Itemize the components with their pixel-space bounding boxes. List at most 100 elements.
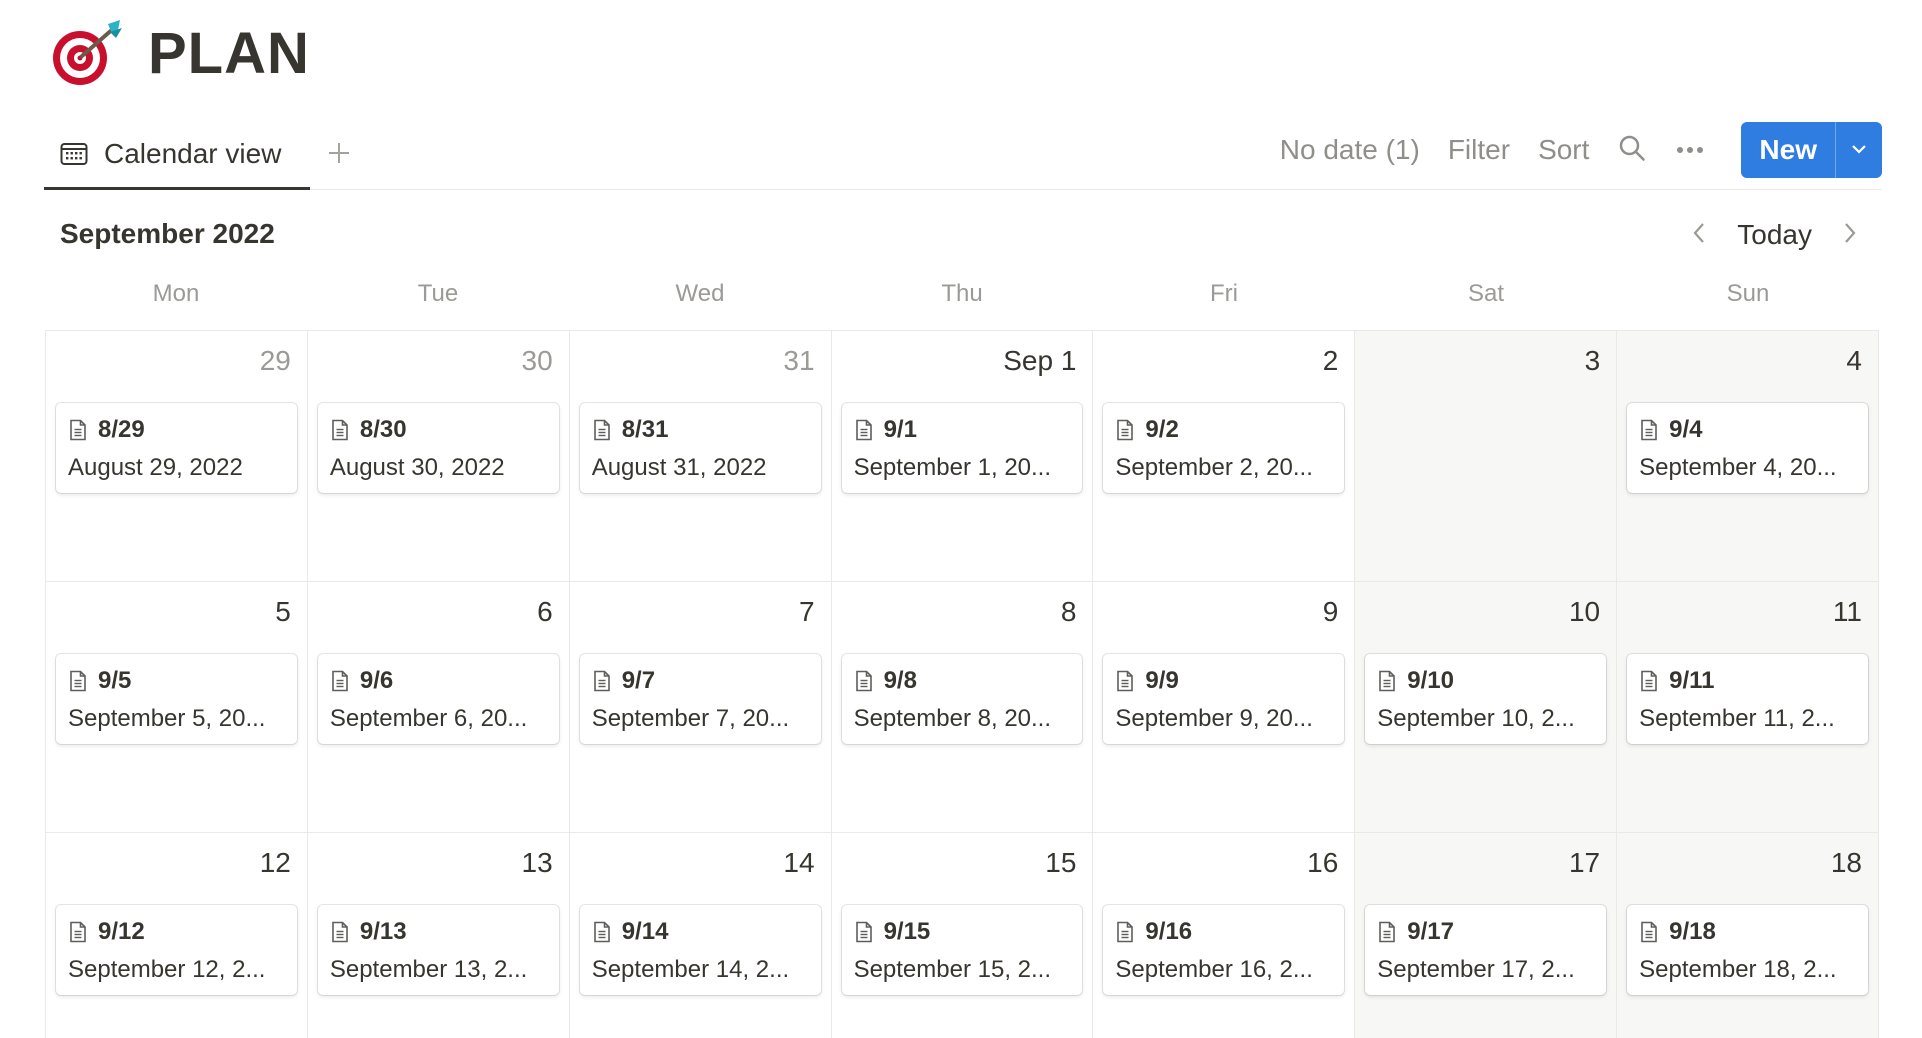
document-icon — [592, 670, 612, 692]
calendar-day-cell[interactable]: 8 9/8 September 8, 20... — [831, 582, 1094, 833]
calendar-day-cell[interactable]: 7 9/7 September 7, 20... — [569, 582, 832, 833]
event-title: 9/16 — [1145, 918, 1193, 945]
calendar-day-cell[interactable]: 2 9/2 September 2, 20... — [1093, 331, 1356, 582]
tab-calendar-view-label: Calendar view — [104, 137, 282, 169]
event-date: September 12, 2... — [68, 956, 266, 983]
calendar-day-cell[interactable]: 5 9/5 September 5, 20... — [46, 582, 308, 833]
event-card[interactable]: 9/8 September 8, 20... — [841, 654, 1083, 744]
event-card[interactable]: 9/17 September 17, 2... — [1365, 905, 1607, 995]
event-title: 9/1 — [883, 416, 917, 443]
event-card[interactable]: 9/2 September 2, 20... — [1103, 403, 1345, 493]
sort-button[interactable]: Sort — [1524, 128, 1603, 172]
document-icon — [1115, 419, 1135, 441]
document-icon — [68, 921, 88, 943]
more-options-button[interactable] — [1667, 127, 1713, 173]
event-title: 9/14 — [621, 918, 669, 945]
event-card[interactable]: 8/29 August 29, 2022 — [56, 403, 297, 493]
calendar-day-cell[interactable]: 9 9/9 September 9, 20... — [1093, 582, 1356, 833]
event-date: September 17, 2... — [1377, 956, 1575, 983]
calendar-day-cell[interactable]: 10 9/10 September 10, 2... — [1355, 582, 1618, 833]
day-number: 29 — [259, 345, 291, 376]
event-title: 9/10 — [1407, 667, 1454, 694]
event-card[interactable]: 9/18 September 18, 2... — [1627, 905, 1868, 995]
calendar-day-cell[interactable]: 17 9/17 September 17, 2... — [1355, 833, 1618, 1038]
calendar-day-cell[interactable]: 14 9/14 September 14, 2... — [570, 833, 832, 1038]
toolbar-actions: No date (1) Filter Sort New — [1266, 122, 1882, 178]
event-card[interactable]: 8/30 August 30, 2022 — [317, 403, 559, 493]
calendar-day-cell[interactable]: 11 9/11 September 11, 2... — [1617, 582, 1879, 833]
day-number: 16 — [1307, 847, 1339, 878]
document-icon — [68, 419, 88, 441]
page-header: PLAN — [48, 18, 310, 88]
weekday-label: Fri — [1210, 280, 1238, 307]
calendar-day-cell[interactable]: 13 9/13 September 13, 2... — [308, 833, 570, 1038]
calendar-day-cell[interactable]: 30 8/30 August 30, 2022 — [307, 331, 570, 582]
tab-calendar-view[interactable]: Calendar view — [44, 120, 310, 190]
no-date-button[interactable]: No date (1) — [1266, 128, 1434, 172]
event-card[interactable]: 9/16 September 16, 2... — [1103, 905, 1345, 995]
event-date: September 1, 20... — [853, 454, 1052, 481]
event-card[interactable]: 9/15 September 15, 2... — [841, 905, 1083, 995]
document-icon — [1639, 670, 1659, 692]
next-month-button[interactable] — [1830, 215, 1870, 255]
day-number: 2 — [1322, 345, 1339, 376]
event-title: 9/13 — [359, 918, 407, 945]
previous-month-button[interactable] — [1679, 215, 1719, 255]
search-button[interactable] — [1609, 127, 1655, 173]
day-number: 5 — [275, 596, 291, 627]
target-dart-icon[interactable] — [48, 18, 126, 88]
calendar-day-cell[interactable]: 29 8/29 August 29, 2022 — [46, 331, 308, 582]
event-date: August 29, 2022 — [68, 454, 243, 481]
calendar-day-cell[interactable]: 16 9/16 September 16, 2... — [1093, 833, 1356, 1038]
document-icon — [592, 419, 612, 441]
calendar-day-cell[interactable]: Sep 1 9/1 September 1, 20... — [831, 331, 1094, 582]
event-card[interactable]: 9/1 September 1, 20... — [841, 403, 1083, 493]
event-card-title-row: 9/6 — [330, 666, 547, 696]
event-card[interactable]: 9/9 September 9, 20... — [1103, 654, 1345, 744]
event-card[interactable]: 9/6 September 6, 20... — [317, 654, 559, 744]
event-title: 9/17 — [1407, 918, 1454, 945]
event-card-title-row: 9/11 — [1639, 666, 1856, 696]
calendar-day-cell[interactable]: 31 8/31 August 31, 2022 — [569, 331, 832, 582]
calendar-day-cell[interactable]: 15 9/15 September 15, 2... — [832, 833, 1094, 1038]
weekday-label: Mon — [152, 280, 200, 307]
event-date: August 30, 2022 — [329, 454, 505, 481]
event-title: 9/15 — [883, 918, 931, 945]
event-title: 9/11 — [1669, 667, 1715, 694]
calendar-grid: 29 8/29 August 29, 2022 30 8/30 August 30, 20… — [45, 330, 1879, 1038]
event-title: 9/8 — [883, 667, 917, 694]
calendar-day-cell[interactable]: 3 — [1355, 331, 1618, 582]
new-button[interactable]: New — [1741, 122, 1836, 178]
event-title: 9/18 — [1669, 918, 1716, 945]
event-card-title-row: 8/29 — [68, 415, 285, 445]
event-card[interactable]: 9/13 September 13, 2... — [317, 905, 559, 995]
new-dropdown-button[interactable] — [1836, 122, 1882, 178]
document-icon — [592, 921, 612, 943]
new-button-group: New — [1741, 122, 1882, 178]
calendar-day-cell[interactable]: 12 9/12 September 12, 2... — [46, 833, 308, 1038]
event-card-title-row: 9/17 — [1377, 917, 1594, 947]
month-navigation: Today — [1679, 212, 1870, 258]
calendar-day-cell[interactable]: 4 9/4 September 4, 20... — [1617, 331, 1879, 582]
event-card[interactable]: 9/11 September 11, 2... — [1627, 654, 1868, 744]
weekday-label: Wed — [675, 280, 725, 307]
calendar-day-cell[interactable]: 18 9/18 September 18, 2... — [1617, 833, 1879, 1038]
add-view-button[interactable] — [316, 132, 362, 178]
event-card-title-row: 9/9 — [1115, 666, 1332, 696]
event-card[interactable]: 8/31 August 31, 2022 — [579, 403, 821, 493]
filter-button[interactable]: Filter — [1434, 128, 1524, 172]
event-card[interactable]: 9/7 September 7, 20... — [579, 654, 821, 744]
event-card-title-row: 9/12 — [68, 917, 285, 947]
event-card[interactable]: 9/5 September 5, 20... — [56, 654, 297, 744]
event-date: September 9, 20... — [1115, 705, 1313, 732]
today-button[interactable]: Today — [1719, 219, 1830, 251]
event-card[interactable]: 9/10 September 10, 2... — [1365, 654, 1607, 744]
event-date: September 11, 2... — [1639, 705, 1835, 732]
event-card[interactable]: 9/14 September 14, 2... — [579, 905, 821, 995]
event-card[interactable]: 9/12 September 12, 2... — [56, 905, 297, 995]
event-card-title-row: 9/2 — [1115, 415, 1332, 445]
day-number: 17 — [1568, 847, 1601, 878]
day-number: Sep 1 — [1003, 345, 1077, 376]
event-card[interactable]: 9/4 September 4, 20... — [1627, 403, 1868, 493]
calendar-day-cell[interactable]: 6 9/6 September 6, 20... — [307, 582, 570, 833]
